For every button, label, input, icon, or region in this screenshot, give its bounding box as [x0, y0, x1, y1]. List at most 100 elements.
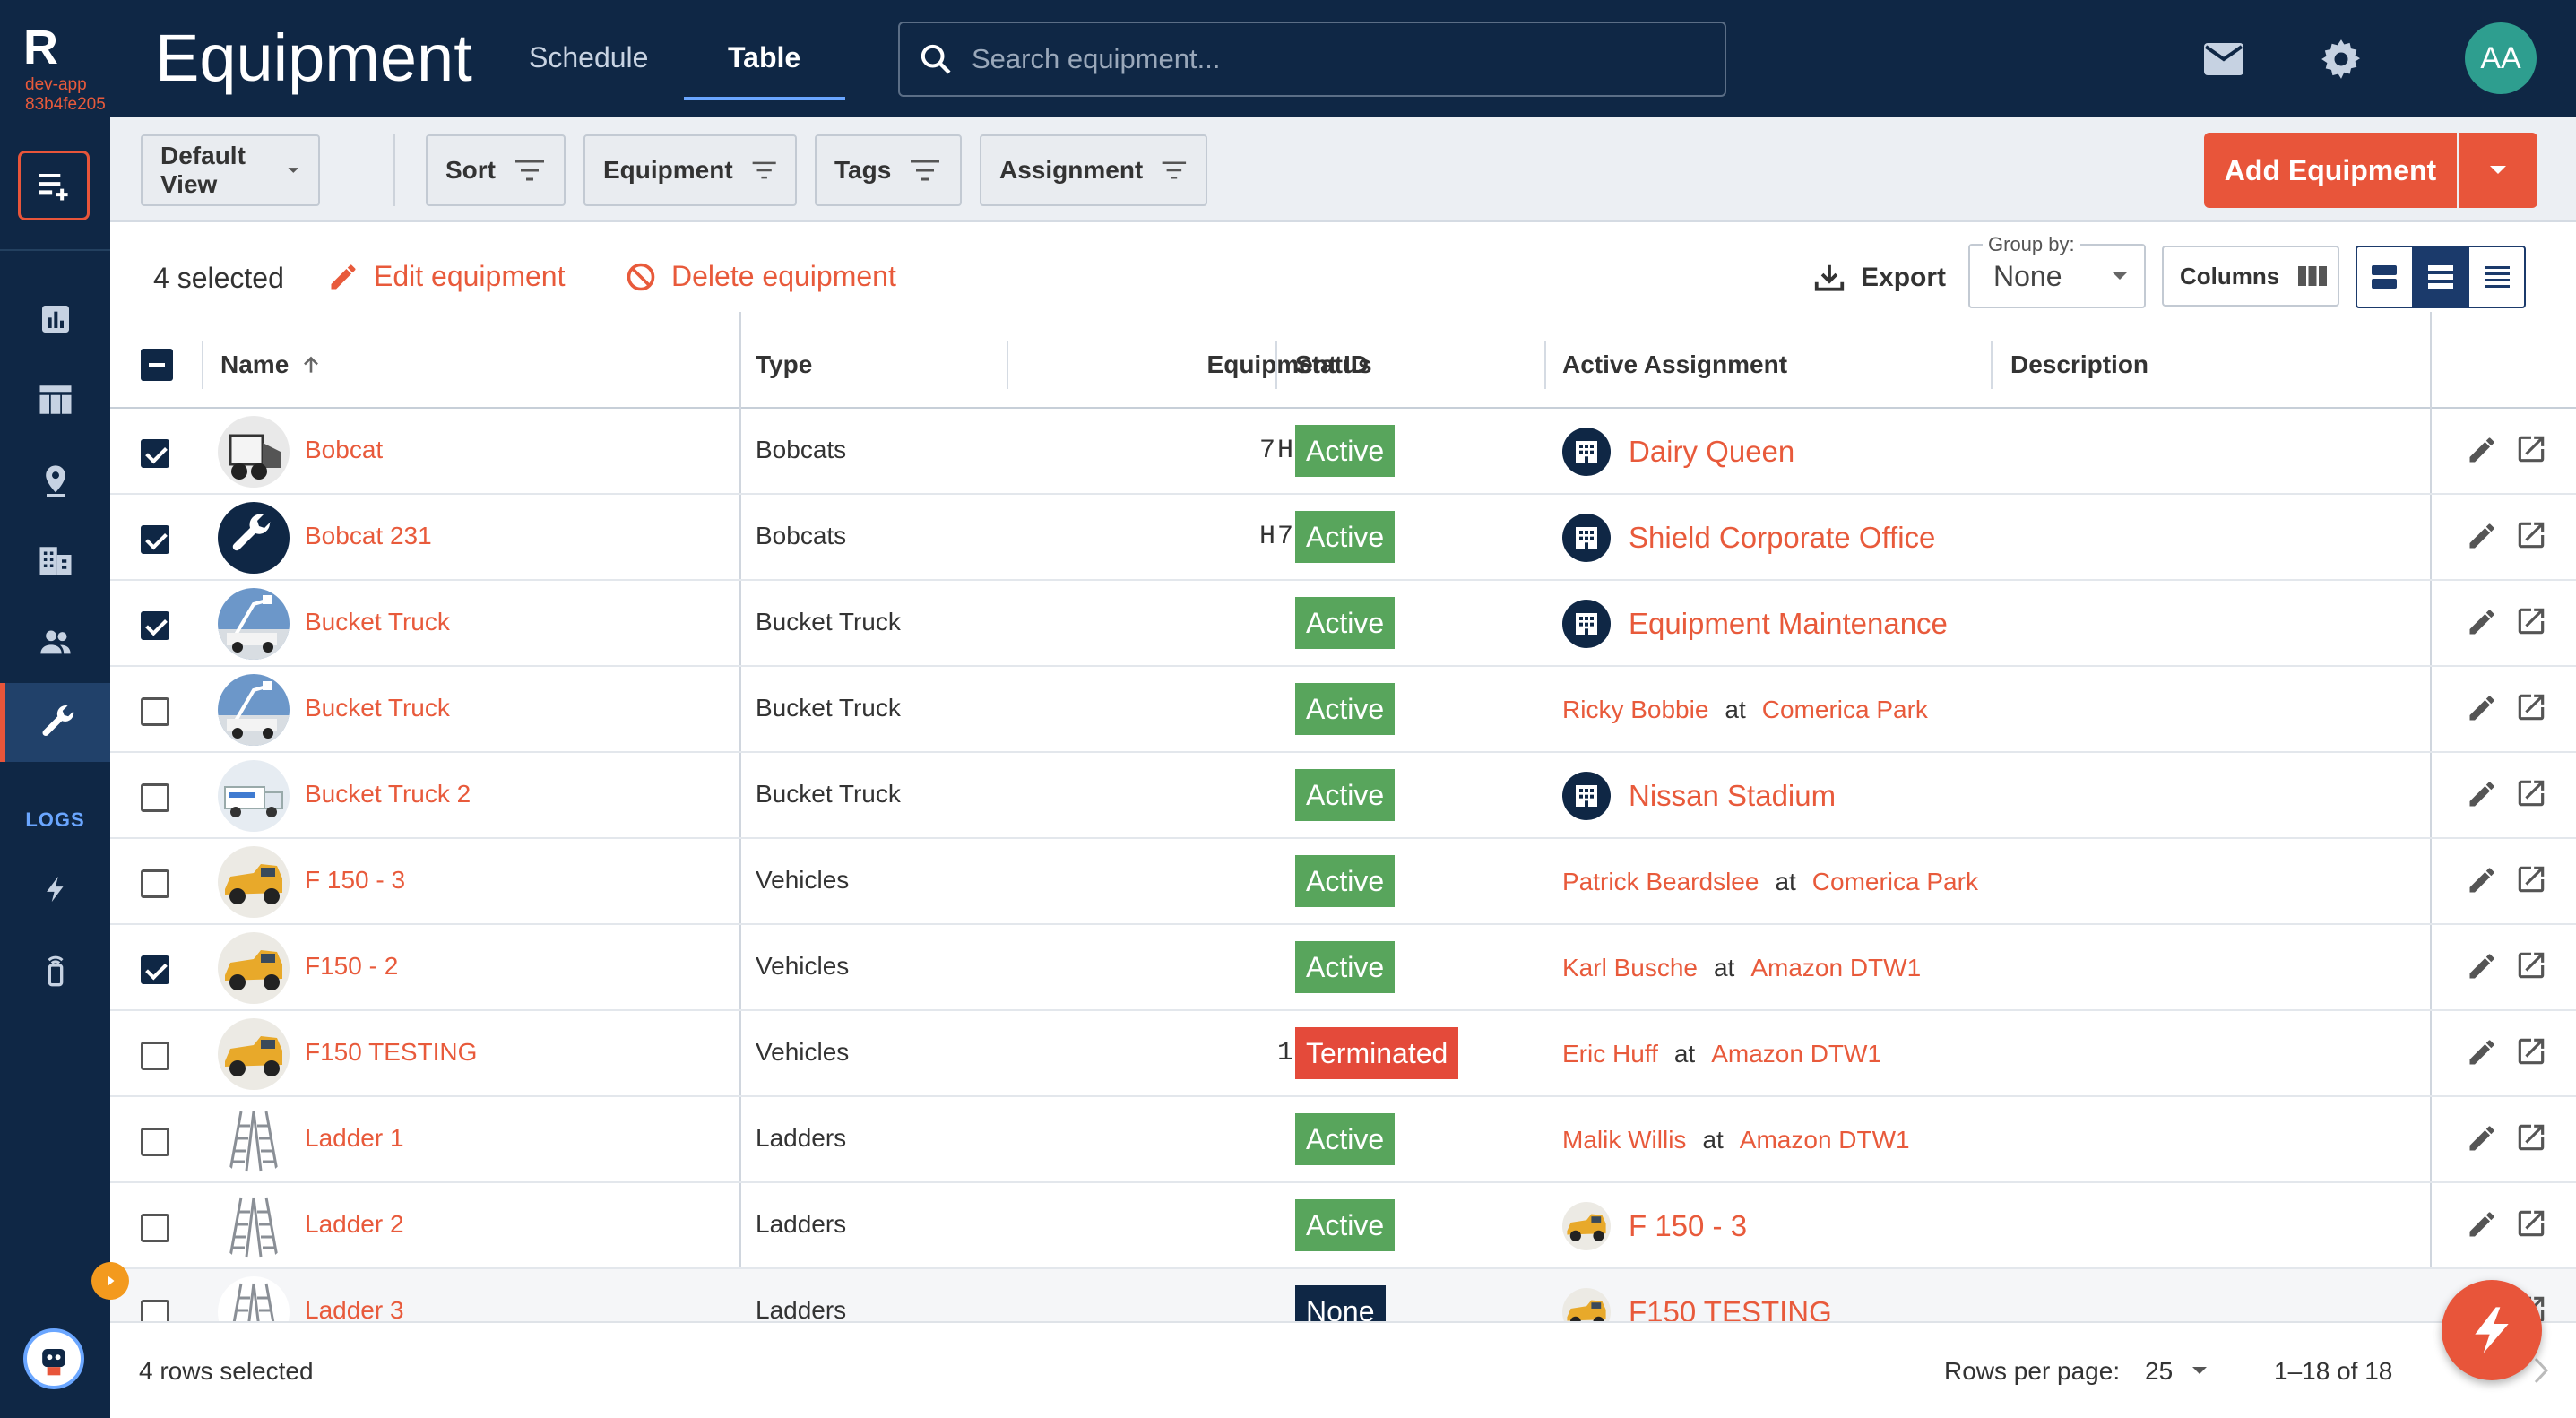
- equipment-name-link[interactable]: Ladder 1: [305, 1124, 404, 1153]
- profile-avatar[interactable]: AA: [2465, 22, 2537, 94]
- edit-row-button[interactable]: [2466, 1036, 2498, 1073]
- row-checkbox[interactable]: [141, 1128, 169, 1156]
- table-row[interactable]: BobcatBobcats7H43GWActiveDairy Queen: [110, 409, 2576, 495]
- rows-per-page-select[interactable]: 25: [2145, 1357, 2209, 1386]
- equipment-name-link[interactable]: Bobcat: [305, 436, 383, 464]
- sidebar-item-buildings[interactable]: [0, 522, 110, 601]
- tab-table[interactable]: Table: [728, 39, 800, 75]
- tags-filter-button[interactable]: Tags: [815, 134, 962, 206]
- app-logo[interactable]: R: [23, 23, 58, 72]
- equipment-name-link[interactable]: F150 TESTING: [305, 1038, 477, 1067]
- view-selector[interactable]: Default View: [141, 134, 320, 206]
- density-comfortable-button[interactable]: [2357, 247, 2414, 307]
- open-row-button[interactable]: [2514, 518, 2548, 557]
- edit-row-button[interactable]: [2466, 434, 2498, 471]
- assignment-location-link[interactable]: Comerica Park: [1762, 696, 1928, 724]
- quick-action-button[interactable]: [2442, 1280, 2542, 1380]
- row-checkbox[interactable]: [141, 525, 169, 554]
- group-by-select[interactable]: Group by: None: [1968, 233, 2146, 308]
- row-checkbox[interactable]: [141, 611, 169, 640]
- search-input[interactable]: [972, 43, 1707, 75]
- table-row[interactable]: Ladder 1 Ladders Active Malik Willis at Amazo…: [110, 1097, 2576, 1183]
- column-header-status[interactable]: Status: [1295, 321, 1372, 409]
- sort-button[interactable]: Sort: [426, 134, 566, 206]
- assignment-location-link[interactable]: Nissan Stadium: [1629, 779, 1836, 813]
- column-header-active-assignment[interactable]: Active Assignment: [1562, 321, 1787, 409]
- search-box[interactable]: [898, 22, 1726, 97]
- assignment-person-link[interactable]: Malik Willis: [1562, 1126, 1686, 1154]
- messages-button[interactable]: [2197, 32, 2251, 86]
- row-checkbox[interactable]: [141, 439, 169, 468]
- sidebar-item-table[interactable]: [0, 360, 110, 439]
- density-compact-button[interactable]: [2469, 247, 2524, 307]
- new-list-button[interactable]: [18, 151, 90, 220]
- assignment-person-link[interactable]: Ricky Bobbie: [1562, 696, 1708, 724]
- sidebar-item-activity-log[interactable]: [0, 850, 110, 929]
- sidebar-item-people[interactable]: [0, 602, 110, 681]
- row-checkbox[interactable]: [141, 1042, 169, 1070]
- open-row-button[interactable]: [2514, 690, 2548, 729]
- select-all-checkbox[interactable]: [141, 321, 173, 409]
- table-row[interactable]: Bucket TruckBucket Truck002ActiveRicky B…: [110, 667, 2576, 753]
- row-checkbox[interactable]: [141, 1214, 169, 1242]
- assignment-location-link[interactable]: Amazon DTW1: [1750, 954, 1921, 982]
- assignment-location-link[interactable]: Amazon DTW1: [1711, 1040, 1881, 1068]
- sidebar-item-device-log[interactable]: [0, 930, 110, 1009]
- export-button[interactable]: Export: [1812, 261, 1946, 295]
- open-row-button[interactable]: [2514, 948, 2548, 987]
- sidebar-item-equipment[interactable]: [0, 683, 110, 762]
- user-avatar[interactable]: [23, 1328, 84, 1389]
- assignment-location-link[interactable]: Comerica Park: [1812, 868, 1978, 896]
- equipment-name-link[interactable]: Bucket Truck: [305, 608, 450, 636]
- equipment-name-link[interactable]: F150 - 2: [305, 952, 398, 981]
- edit-row-button[interactable]: [2466, 950, 2498, 987]
- assignment-location-link[interactable]: Dairy Queen: [1629, 435, 1794, 469]
- table-row[interactable]: F150 TESTINGVehicles12345TerminatedEric …: [110, 1011, 2576, 1097]
- open-row-button[interactable]: [2514, 1034, 2548, 1073]
- column-header-name[interactable]: Name: [220, 321, 323, 409]
- open-row-button[interactable]: [2514, 862, 2548, 901]
- column-header-type[interactable]: Type: [756, 321, 812, 409]
- table-row[interactable]: F150 - 2 Vehicles Active Karl Busche at Amazo…: [110, 925, 2576, 1011]
- sidebar-item-reports[interactable]: [0, 280, 110, 359]
- table-row[interactable]: Ladder 3 Ladders None F150 TESTING: [110, 1269, 2576, 1321]
- row-checkbox[interactable]: [141, 1300, 169, 1321]
- next-page-button[interactable]: [2530, 1355, 2552, 1390]
- edit-row-button[interactable]: [2466, 692, 2498, 729]
- equipment-name-link[interactable]: Bucket Truck: [305, 694, 450, 722]
- open-row-button[interactable]: [2514, 776, 2548, 815]
- columns-button[interactable]: Columns: [2162, 246, 2339, 307]
- edit-row-button[interactable]: [2466, 606, 2498, 643]
- table-row[interactable]: Bucket TruckBucket Truck001ActiveEquipme…: [110, 581, 2576, 667]
- edit-row-button[interactable]: [2466, 778, 2498, 815]
- tab-schedule[interactable]: Schedule: [529, 39, 648, 75]
- open-row-button[interactable]: [2514, 432, 2548, 471]
- equipment-name-link[interactable]: Ladder 3: [305, 1296, 404, 1321]
- assignment-person-link[interactable]: Patrick Beardslee: [1562, 868, 1759, 896]
- open-row-button[interactable]: [2514, 1206, 2548, 1245]
- assignment-location-link[interactable]: Equipment Maintenance: [1629, 607, 1948, 641]
- density-standard-button[interactable]: [2413, 247, 2470, 307]
- table-row[interactable]: Ladder 2 Ladders Active F 150 - 3: [110, 1183, 2576, 1269]
- equipment-name-link[interactable]: Bucket Truck 2: [305, 780, 471, 808]
- row-checkbox[interactable]: [141, 869, 169, 898]
- equipment-filter-button[interactable]: Equipment: [583, 134, 797, 206]
- assignment-vehicle-link[interactable]: F 150 - 3: [1629, 1209, 1747, 1243]
- assignment-vehicle-link[interactable]: F150 TESTING: [1629, 1295, 1832, 1321]
- assignment-filter-button[interactable]: Assignment: [980, 134, 1207, 206]
- edit-row-button[interactable]: [2466, 520, 2498, 557]
- row-checkbox[interactable]: [141, 955, 169, 984]
- open-row-button[interactable]: [2514, 1120, 2548, 1159]
- delete-equipment-button[interactable]: Delete equipment: [625, 260, 896, 293]
- edit-row-button[interactable]: [2466, 864, 2498, 901]
- sidebar-item-locations[interactable]: [0, 441, 110, 520]
- column-header-description[interactable]: Description: [2010, 321, 2148, 409]
- settings-button[interactable]: [2314, 32, 2368, 86]
- equipment-name-link[interactable]: Ladder 2: [305, 1210, 404, 1239]
- table-row[interactable]: Bobcat 231BobcatsH7BN48ActiveShield Corp…: [110, 495, 2576, 581]
- table-row[interactable]: F 150 - 3 Vehicles Active Patrick Beardslee…: [110, 839, 2576, 925]
- assignment-person-link[interactable]: Karl Busche: [1562, 954, 1698, 982]
- edit-equipment-button[interactable]: Edit equipment: [327, 260, 565, 293]
- equipment-name-link[interactable]: Bobcat 231: [305, 522, 432, 550]
- assignment-person-link[interactable]: Eric Huff: [1562, 1040, 1658, 1068]
